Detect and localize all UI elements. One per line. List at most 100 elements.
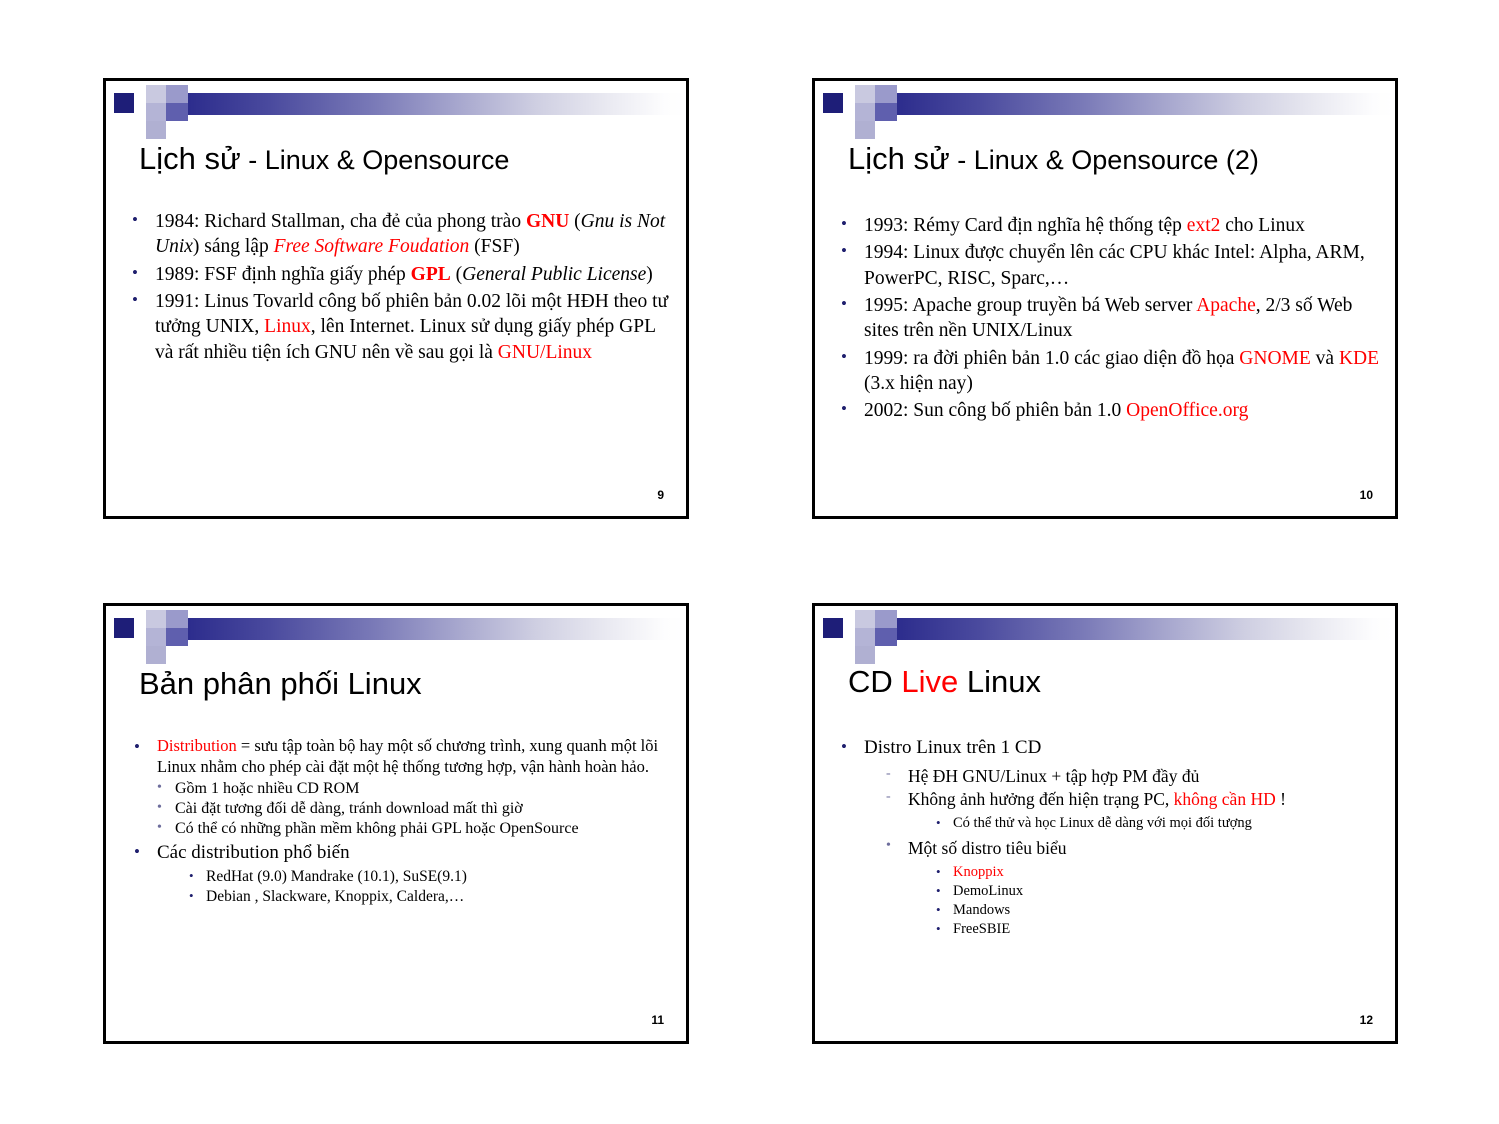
deco-square: [855, 121, 875, 139]
list-item-text: 1991: Linus Tovarld công bố phiên bản 0.…: [155, 291, 669, 363]
slide-title-main: Bản phân phối Linux: [139, 666, 422, 701]
bullet-list-level1: • Distribution = sưu tập toàn bộ hay một…: [134, 736, 670, 907]
bullet-marker: •: [841, 241, 847, 261]
list-item-text: Knoppix: [953, 864, 1004, 881]
list-item: • 1994: Linux được chuyển lên các CPU kh…: [841, 240, 1381, 291]
deco-square: [146, 610, 166, 628]
list-item: • Có thể thử và học Linux dễ dàng với mọ…: [936, 814, 1381, 833]
deco-square: [146, 103, 166, 121]
page-number: 11: [651, 1013, 664, 1027]
list-item-text: Debian , Slackware, Knoppix, Caldera,…: [206, 888, 465, 906]
deco-square: [875, 85, 897, 103]
deco-square-outline: [817, 89, 849, 119]
slide-body: • 1993: Rémy Card địn nghĩa hệ thống tệp…: [841, 213, 1381, 426]
slide-title: Bản phân phối Linux: [139, 666, 666, 701]
deco-square: [166, 628, 188, 646]
slide-title-highlight: Live: [901, 664, 959, 699]
list-item-text: 1989: FSF định nghĩa giấy phép GPL (Gene…: [155, 263, 653, 285]
bullet-marker: •: [157, 799, 162, 815]
list-item-text: Có thể có những phần mềm không phải GPL …: [175, 819, 579, 837]
list-item-text: 1995: Apache group truyền bá Web server …: [864, 295, 1353, 342]
deco-square: [146, 85, 166, 103]
slide-thumbnail-12[interactable]: CD Live Linux • Distro Linux trên 1 CD -…: [812, 603, 1398, 1044]
bullet-marker: •: [132, 262, 138, 282]
deco-square: [166, 103, 188, 121]
list-item-text: 2002: Sun công bố phiên bản 1.0 OpenOffi…: [864, 400, 1249, 422]
bullet-marker: •: [132, 210, 138, 229]
page-number: 9: [657, 488, 664, 502]
bullet-marker: •: [134, 737, 140, 756]
bullet-marker: •: [189, 867, 194, 883]
bullet-marker: •: [189, 888, 194, 904]
list-item: • 1993: Rémy Card địn nghĩa hệ thống tệp…: [841, 213, 1381, 238]
slide-thumbnail-9[interactable]: Lịch sử - Linux & Opensource • 1984: Ric…: [103, 78, 689, 519]
bullet-marker: •: [936, 902, 941, 918]
slide-header-decoration: [815, 606, 1395, 664]
slide-body: • Distribution = sưu tập toàn bộ hay một…: [134, 736, 670, 909]
bullet-list-level3: • Có thể thử và học Linux dễ dàng với mọ…: [936, 814, 1381, 833]
list-item-text: Có thể thử và học Linux dễ dàng với mọi …: [953, 814, 1252, 831]
list-item: • Các distribution phổ biến • RedHat (9.…: [134, 841, 670, 907]
list-item: • DemoLinux: [936, 882, 1381, 901]
bullet-list-level1: • Distro Linux trên 1 CD - Hệ ĐH GNU/Lin…: [841, 736, 1381, 940]
slide-title-main: Lịch sử: [848, 141, 950, 176]
deco-square: [166, 610, 188, 628]
page-number: 12: [1359, 1013, 1373, 1027]
gradient-band: [861, 618, 1395, 640]
deco-square: [146, 121, 166, 139]
bullet-marker: •: [157, 819, 162, 835]
list-item-text: FreeSBIE: [953, 921, 1011, 938]
list-item-text: Không ảnh hưởng đến hiện trạng PC, không…: [908, 788, 1286, 809]
slide-title-main: Lịch sử: [139, 141, 241, 176]
list-item-text: Hệ ĐH GNU/Linux + tập hợp PM đầy đủ: [908, 765, 1200, 786]
list-item: • Mandows: [936, 901, 1381, 920]
deco-square-outline: [108, 614, 140, 644]
list-item-text: DemoLinux: [953, 883, 1024, 900]
list-item: • Debian , Slackware, Knoppix, Caldera,…: [189, 887, 670, 907]
bullet-marker: •: [841, 214, 847, 233]
list-item: • 1984: Richard Stallman, cha đẻ của pho…: [132, 209, 672, 260]
slide-thumbnail-10[interactable]: Lịch sử - Linux & Opensource (2) • 1993:…: [812, 78, 1398, 519]
list-item: • RedHat (9.0) Mandrake (10.1), SuSE(9.1…: [189, 867, 670, 887]
gradient-band: [152, 93, 686, 115]
slide-title: CD Live Linux: [848, 664, 1375, 699]
list-item-text: Mandows: [953, 902, 1011, 919]
list-item: • 1989: FSF định nghĩa giấy phép GPL (Ge…: [132, 262, 672, 287]
slide-title-rest: Linux: [958, 664, 1041, 699]
deco-square: [855, 103, 875, 121]
dash-marker: -: [886, 765, 891, 781]
page-number: 10: [1359, 488, 1373, 502]
list-item: • Cài đặt tương đối dễ dàng, tránh downl…: [157, 799, 670, 819]
handout-page: Lịch sử - Linux & Opensource • 1984: Ric…: [0, 0, 1499, 1124]
bullet-list-level3: • Knoppix • DemoLinux • Mandows • FreeSB…: [936, 863, 1381, 940]
slide-body: • 1984: Richard Stallman, cha đẻ của pho…: [132, 209, 672, 367]
list-item-text: Gồm 1 hoặc nhiều CD ROM: [175, 779, 360, 797]
list-item: • 1991: Linus Tovarld công bố phiên bản …: [132, 289, 672, 365]
list-item-text: RedHat (9.0) Mandrake (10.1), SuSE(9.1): [206, 867, 467, 885]
list-item: • Có thể có những phần mềm không phải GP…: [157, 819, 670, 839]
list-item-text: Một số distro tiêu biểu: [908, 838, 1067, 858]
list-item: • FreeSBIE: [936, 920, 1381, 939]
dash-marker: -: [886, 788, 891, 804]
slide-title-rest: Linux & Opensource: [264, 145, 510, 175]
slide-thumbnail-11[interactable]: Bản phân phối Linux • Distribution = sưu…: [103, 603, 689, 1044]
list-item: - Hệ ĐH GNU/Linux + tập hợp PM đầy đủ: [886, 765, 1381, 788]
bullet-marker: •: [157, 779, 162, 795]
list-item: • Distro Linux trên 1 CD - Hệ ĐH GNU/Lin…: [841, 736, 1381, 940]
list-item-text: 1994: Linux được chuyển lên các CPU khác…: [864, 242, 1365, 289]
deco-square: [875, 610, 897, 628]
slide-title: Lịch sử - Linux & Opensource (2): [848, 141, 1375, 176]
list-item-text: Distribution = sưu tập toàn bộ hay một s…: [157, 736, 659, 776]
bullet-list-level1: • 1993: Rémy Card địn nghĩa hệ thống tệp…: [841, 213, 1381, 424]
list-item: • Một số distro tiêu biểu • Knoppix • De…: [886, 837, 1381, 940]
slide-body: • Distro Linux trên 1 CD - Hệ ĐH GNU/Lin…: [841, 736, 1381, 942]
slide-title-separator: -: [240, 145, 265, 175]
bullet-list-level2: - Hệ ĐH GNU/Linux + tập hợp PM đầy đủ - …: [886, 765, 1381, 940]
bullet-list-level3: • RedHat (9.0) Mandrake (10.1), SuSE(9.1…: [189, 867, 670, 907]
list-item-text: 1999: ra đời phiên bản 1.0 các giao diện…: [864, 347, 1380, 395]
bullet-marker: •: [886, 838, 891, 853]
slide-title-rest: Linux & Opensource (2): [973, 145, 1259, 175]
slide-title: Lịch sử - Linux & Opensource: [139, 141, 666, 176]
slide-title-separator: -: [949, 145, 974, 175]
list-item-text: 1993: Rémy Card địn nghĩa hệ thống tệp e…: [864, 215, 1305, 236]
